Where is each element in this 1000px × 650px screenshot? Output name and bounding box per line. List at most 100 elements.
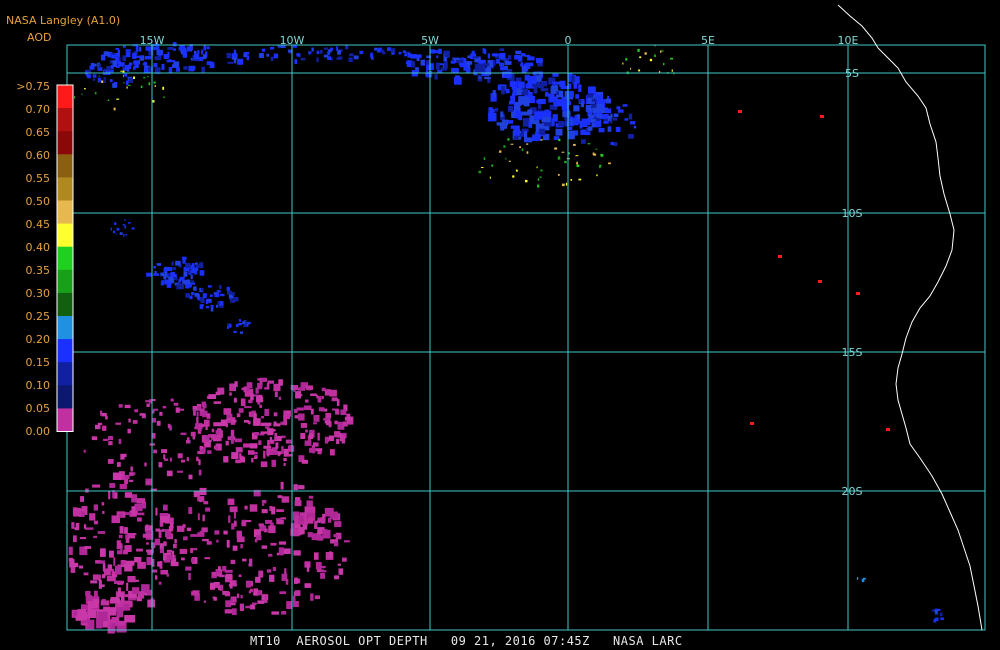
aerosol-pixel (306, 564, 310, 572)
aerosol-pixel (199, 409, 204, 412)
aerosol-pixel (152, 399, 156, 402)
aerosol-pixel (491, 164, 494, 167)
aerosol-pixel (190, 534, 198, 537)
aerosol-pixel (301, 459, 308, 464)
aerosol-pixel (343, 421, 348, 427)
aerosol-pixel (541, 80, 548, 87)
aerosol-pixel (345, 45, 349, 50)
aerosol-pixel (73, 535, 77, 543)
aerosol-pixel (382, 52, 386, 55)
aerosol-pixel (599, 166, 601, 169)
aerosol-pixel (127, 576, 136, 583)
aerosol-pixel (931, 609, 935, 612)
aerosol-pixel (592, 152, 595, 156)
aerosol-pixel (230, 436, 234, 444)
aerosol-pixel (616, 106, 621, 110)
aerosol-pixel (154, 85, 156, 87)
aerosol-pixel (507, 120, 513, 124)
aerosol-pixel (238, 408, 244, 413)
aerosol-pixel (540, 139, 543, 141)
legend-swatch (57, 131, 73, 155)
aerosol-pixel (335, 409, 340, 415)
aerosol-pixel (240, 331, 243, 334)
aerosol-pixel (204, 557, 211, 560)
aerosol-pixel (411, 61, 415, 68)
aerosol-pixel (569, 116, 574, 119)
map-subtitle: AOD (27, 31, 52, 44)
aerosol-pixel (197, 532, 205, 537)
aerosol-pixel (404, 53, 407, 57)
legend-label: 0.50 (26, 195, 51, 208)
aerosol-pixel (240, 544, 243, 549)
aerosol-pixel (244, 406, 252, 409)
aerosol-pixel (579, 125, 583, 129)
aerosol-pixel (272, 429, 276, 432)
aerosol-pixel (201, 66, 205, 74)
aerosol-pixel (118, 438, 122, 444)
aerosol-pixel (114, 565, 122, 575)
aerosol-pixel (342, 557, 347, 562)
aerosol-pixel (217, 301, 221, 304)
aerosol-pixel (266, 382, 270, 390)
aerosol-pixel (145, 400, 151, 403)
aerosol-pixel (232, 580, 237, 586)
aerosol-pixel (359, 50, 364, 55)
aerosol-pixel (276, 509, 284, 512)
aerosol-pixel (119, 232, 123, 235)
aerosol-pixel (533, 86, 538, 94)
aerosol-pixel (575, 155, 579, 157)
aerosol-pixel (254, 432, 259, 436)
aerosol-pixel (166, 573, 169, 577)
aerosol-pixel (315, 562, 322, 570)
aerosol-pixel (247, 420, 251, 425)
aerosol-pixel (98, 580, 102, 589)
aerosol-pixel (137, 561, 146, 569)
aerosol-pixel (239, 603, 244, 611)
aerosol-pixel (660, 50, 662, 53)
aerosol-pixel (275, 442, 279, 449)
aerosol-pixel (100, 600, 110, 606)
aerosol-pixel (283, 458, 287, 462)
aerosol-pixel (269, 574, 275, 582)
aerosol-pixel (197, 296, 200, 301)
aerosol-pixel (158, 462, 163, 468)
aerosol-pixel (152, 410, 155, 414)
aerosol-pixel (203, 600, 206, 603)
aerosol-pixel (201, 49, 204, 55)
aerosol-pixel (508, 160, 511, 162)
aerosol-pixel (181, 459, 185, 463)
aerosol-pixel (608, 115, 611, 122)
aerosol-pixel (101, 55, 106, 61)
aerosol-pixel (558, 121, 567, 127)
aerosol-pixel (121, 592, 125, 602)
longitude-label: 5W (421, 34, 439, 47)
aerosol-pixel (610, 141, 614, 146)
aerosol-pixel (281, 611, 287, 615)
aerosol-pixel (278, 541, 286, 545)
aerosol-pixel (161, 516, 170, 523)
aerosol-pixel (97, 611, 108, 622)
aerosol-pixel (456, 59, 464, 63)
aerosol-pixel (236, 413, 241, 418)
aerosol-pixel (152, 569, 158, 573)
aerosol-pixel (142, 63, 148, 66)
aerosol-pixel (512, 175, 515, 178)
aerosol-pixel (292, 601, 299, 608)
aerosol-pixel (89, 65, 95, 70)
aerosol-pixel (202, 514, 205, 522)
aerosol-pixel (778, 255, 782, 258)
aerosol-pixel (305, 399, 309, 403)
aerosol-pixel (122, 65, 126, 69)
aerosol-pixel (227, 326, 230, 329)
aerosol-pixel (309, 447, 316, 453)
aerosol-pixel (552, 73, 559, 77)
aerosol-pixel (127, 84, 131, 86)
aerosol-pixel (298, 526, 305, 535)
aerosol-pixel (886, 428, 890, 431)
aerosol-pixel (243, 443, 251, 448)
aerosol-pixel (313, 442, 319, 447)
aerosol-pixel (153, 273, 159, 276)
aerosol-pixel (260, 461, 268, 468)
aerosol-pixel (501, 86, 505, 95)
aerosol-pixel (330, 449, 335, 456)
